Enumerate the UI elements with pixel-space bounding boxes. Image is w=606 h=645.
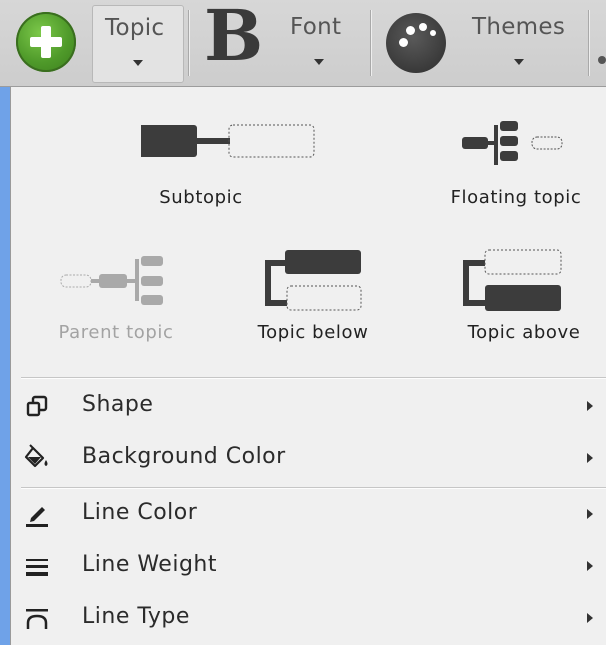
chevron-right-icon xyxy=(587,401,593,411)
menu-item-line-type[interactable]: Line Type xyxy=(11,593,606,643)
chevron-right-icon xyxy=(587,509,593,519)
menu-item-label: Background Color xyxy=(82,444,286,469)
toolbar-divider xyxy=(370,10,371,76)
floating-topic-icon xyxy=(462,121,563,165)
shape-icon xyxy=(26,395,48,417)
line-color-icon xyxy=(26,507,48,527)
bold-b-icon: B xyxy=(204,0,264,77)
subtopic-option[interactable]: Subtopic xyxy=(141,117,381,217)
floating-topic-label: Floating topic xyxy=(450,187,582,208)
topic-above-label: Topic above xyxy=(467,322,581,343)
chevron-down-icon xyxy=(514,59,524,65)
floating-topic-option[interactable]: Floating topic xyxy=(426,117,606,217)
subtopic-label: Subtopic xyxy=(159,187,243,208)
menu-item-line-color[interactable]: Line Color xyxy=(11,489,606,539)
topic-above-icon xyxy=(463,249,562,311)
paint-bucket-icon xyxy=(24,444,48,468)
parent-topic-option[interactable]: Parent topic xyxy=(41,252,191,352)
chevron-down-icon xyxy=(314,59,324,65)
menu-item-line-weight[interactable]: Line Weight xyxy=(11,541,606,591)
topic-below-label: Topic below xyxy=(257,322,369,343)
chevron-right-icon xyxy=(587,613,593,623)
themes-label: Themes xyxy=(472,14,566,40)
menu-item-label: Line Type xyxy=(82,604,190,629)
font-menu-button[interactable]: B Font xyxy=(196,1,362,81)
parent-topic-label: Parent topic xyxy=(58,322,174,343)
font-label: Font xyxy=(290,14,342,40)
menu-item-shape[interactable]: Shape xyxy=(11,381,606,431)
menu-item-label: Line Weight xyxy=(82,552,217,577)
line-weight-icon xyxy=(26,559,48,576)
menu-item-label: Shape xyxy=(82,392,154,417)
palette-icon xyxy=(386,13,446,73)
toolbar-divider xyxy=(188,10,189,76)
parent-topic-icon xyxy=(60,256,163,305)
toolbar-divider xyxy=(588,10,589,76)
chevron-right-icon xyxy=(587,453,593,463)
add-circle-icon xyxy=(16,12,76,72)
topic-menu-button[interactable]: Topic xyxy=(92,5,184,83)
topic-dropdown-menu: Subtopic Floating topic Parent topic Top… xyxy=(10,87,606,645)
add-topic-button[interactable] xyxy=(10,5,86,81)
toolbar: Topic B Font Themes xyxy=(0,0,606,87)
subtopic-icon xyxy=(141,124,315,158)
topic-label: Topic xyxy=(105,15,165,41)
menu-item-label: Line Color xyxy=(82,500,198,525)
menu-item-background-color[interactable]: Background Color xyxy=(11,433,606,483)
topic-below-option[interactable]: Topic below xyxy=(243,247,383,352)
line-type-icon xyxy=(26,609,48,629)
topic-below-icon xyxy=(265,250,362,311)
chevron-right-icon xyxy=(587,561,593,571)
chevron-down-icon xyxy=(133,60,143,66)
topic-above-option[interactable]: Topic above xyxy=(449,247,599,352)
overflow-icon xyxy=(598,56,606,64)
themes-menu-button[interactable]: Themes xyxy=(382,5,582,81)
menu-divider xyxy=(21,377,606,379)
